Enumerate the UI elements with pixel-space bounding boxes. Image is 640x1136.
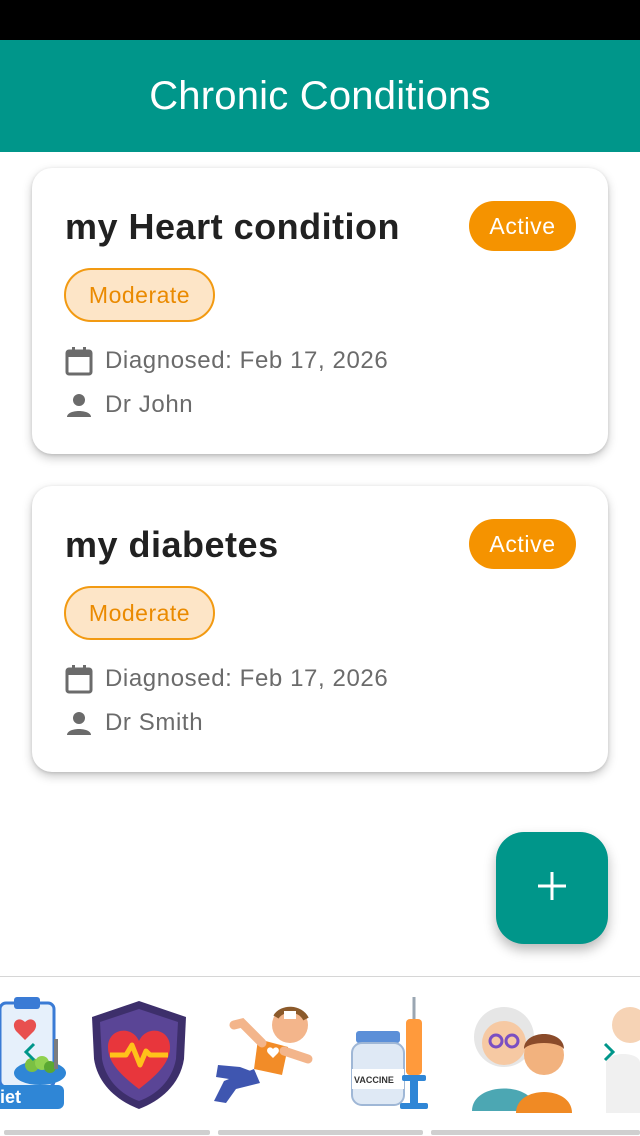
chevron-left-icon: [23, 1041, 37, 1068]
carousel-prev-button[interactable]: [18, 1039, 42, 1069]
plus-icon: [536, 870, 568, 907]
carousel-indicator: [4, 1130, 210, 1135]
vaccine-label: VACCINE: [354, 1075, 394, 1085]
diagnosed-row: Diagnosed: Feb 17, 2026: [64, 664, 388, 694]
calendar-icon: [64, 346, 94, 376]
condition-card[interactable]: my diabetes Active Moderate Diagnosed: F…: [32, 486, 608, 772]
add-condition-button[interactable]: [496, 832, 608, 944]
chevron-right-icon: [602, 1041, 616, 1068]
status-badge: Active: [469, 519, 576, 569]
diagnosed-date: Diagnosed: Feb 17, 2026: [105, 665, 389, 692]
severity-chip: Moderate: [64, 268, 215, 322]
doctor-icon: [600, 1007, 640, 1117]
elderly-care-icon: [466, 1007, 578, 1117]
doctor-name: Dr Smith: [105, 709, 204, 736]
condition-name: my Heart condition: [65, 206, 401, 247]
app-bar: Chronic Conditions: [0, 40, 640, 152]
person-icon: [64, 390, 94, 420]
heart-shield-icon: [88, 1001, 190, 1115]
carousel-indicator: [431, 1130, 640, 1135]
diagnosed-row: Diagnosed: Feb 17, 2026: [64, 346, 388, 376]
calendar-icon: [64, 664, 94, 694]
carousel-item-elderly-care[interactable]: [466, 1001, 578, 1118]
carousel-item-heart-health[interactable]: [88, 999, 190, 1116]
doctor-row: Dr Smith: [64, 708, 203, 738]
severity-chip: Moderate: [64, 586, 215, 640]
vaccine-icon: [344, 997, 432, 1119]
doctor-name: Dr John: [105, 391, 194, 418]
page-title: Chronic Conditions: [149, 73, 491, 118]
carousel-item-vaccine[interactable]: VACCINE: [344, 995, 432, 1120]
doctor-row: Dr John: [64, 390, 193, 420]
carousel-next-button[interactable]: [597, 1039, 621, 1069]
carousel-indicator: [218, 1130, 423, 1135]
condition-card[interactable]: my Heart condition Active Moderate Diagn…: [32, 168, 608, 454]
person-icon: [64, 708, 94, 738]
diet-label: iet: [0, 1087, 22, 1107]
condition-name: my diabetes: [65, 524, 279, 565]
falling-person-icon: [210, 1006, 320, 1111]
diagnosed-date: Diagnosed: Feb 17, 2026: [105, 347, 389, 374]
status-badge: Active: [469, 201, 576, 251]
feature-carousel[interactable]: iet VACCINE: [0, 977, 640, 1136]
carousel-item-fall-risk[interactable]: [210, 1003, 320, 1112]
status-bar: [0, 0, 640, 40]
